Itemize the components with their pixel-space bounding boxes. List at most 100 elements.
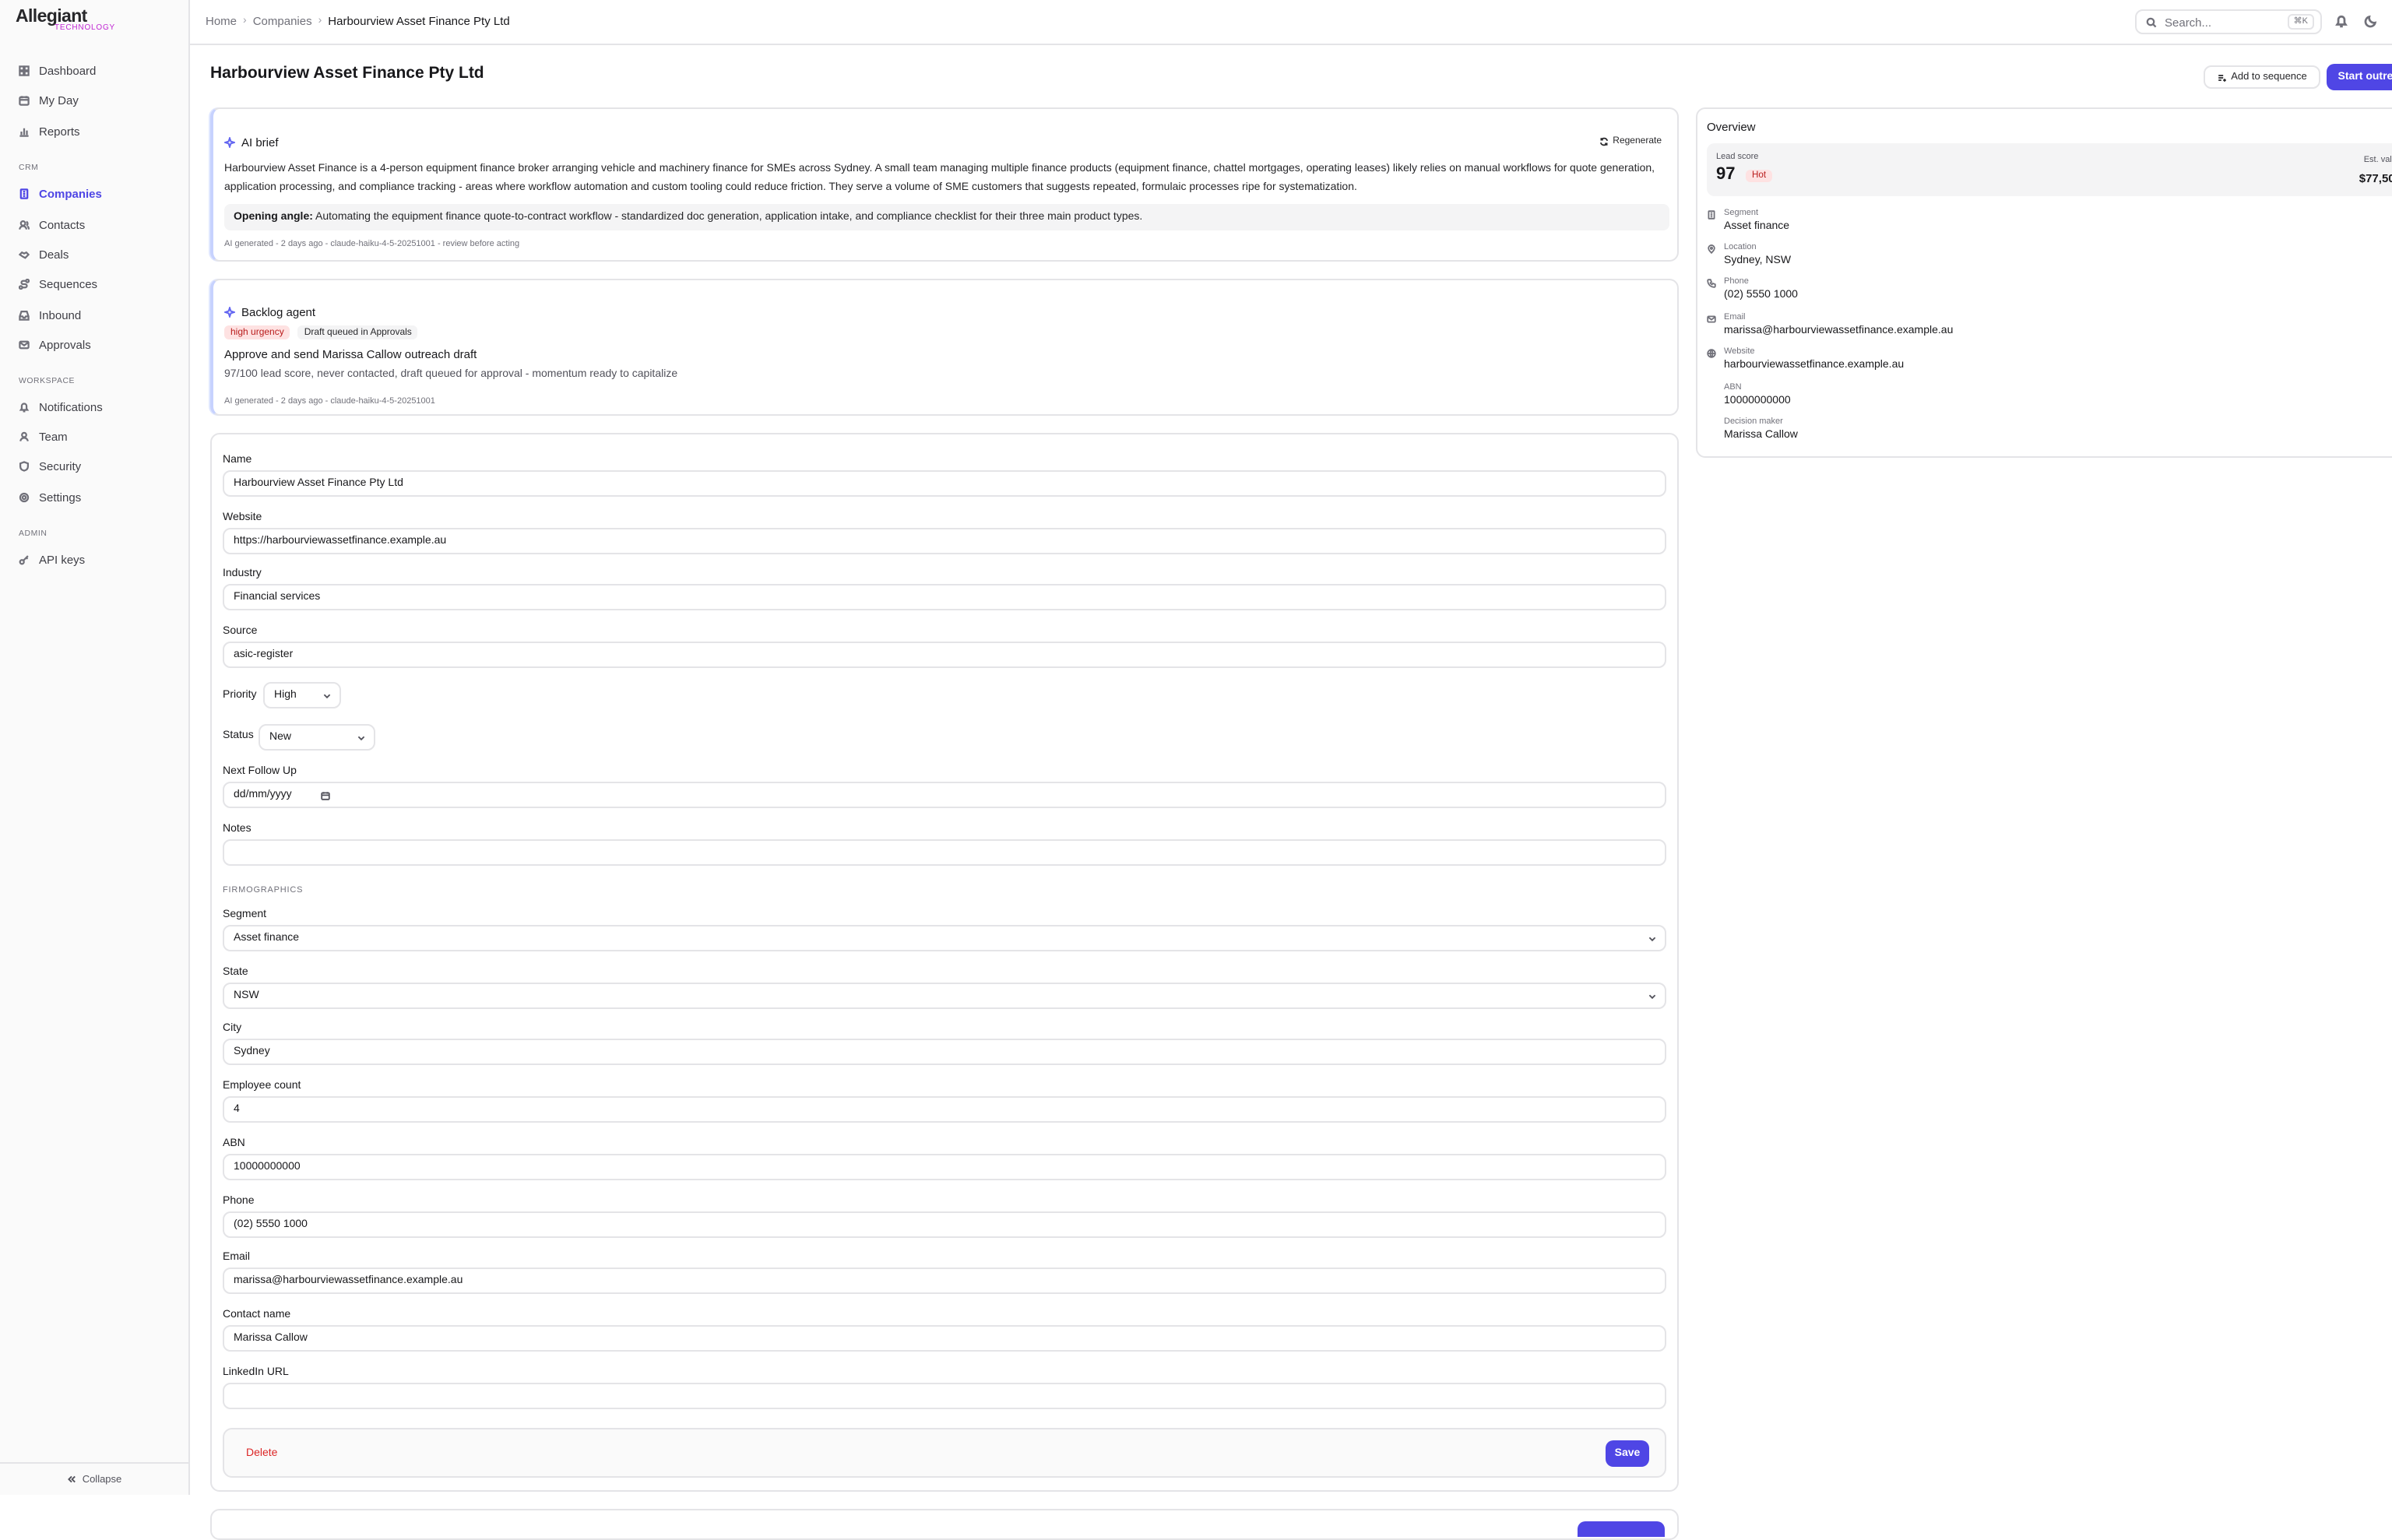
list-plus-icon <box>2218 74 2225 81</box>
save-button[interactable]: Save <box>1606 1440 1649 1467</box>
name-input[interactable]: Harbourview Asset Finance Pty Ltd <box>223 470 1666 497</box>
search-shortcut: ⌘K <box>2287 14 2314 30</box>
backlog-headline: Approve and send Marissa Callow outreach… <box>224 347 477 361</box>
breadcrumb-home[interactable]: Home <box>206 14 237 28</box>
sidebar-item-label: Companies <box>39 187 102 201</box>
draft-status-badge: Draft queued in Approvals <box>297 325 418 339</box>
linkedin-input[interactable] <box>223 1383 1666 1409</box>
bell-icon <box>19 403 30 413</box>
employee-count-input[interactable]: 4 <box>223 1096 1666 1123</box>
sidebar-item-settings[interactable]: Settings <box>9 484 179 511</box>
phone-label: Phone <box>223 1196 255 1207</box>
notes-input[interactable] <box>223 839 1666 866</box>
ai-brief-text: Harbourview Asset Finance is a 4-person … <box>224 163 1655 193</box>
sidebar-item-label: Team <box>39 430 68 444</box>
sidebar-item-label: API keys <box>39 553 86 567</box>
overview-card: Overview Lead score 97 Hot Est. value $7… <box>1696 107 2392 458</box>
bell-icon[interactable] <box>2334 14 2348 28</box>
sidebar-item-sequences[interactable]: Sequences <box>9 271 179 297</box>
opening-angle-text: Automating the equipment finance quote-t… <box>315 212 1143 223</box>
sidebar-item-label: Deals <box>39 248 69 262</box>
website-input[interactable]: https://harbourviewassetfinance.example.… <box>223 528 1666 554</box>
urgency-badge: high urgency <box>224 325 290 339</box>
breadcrumb-current: Harbourview Asset Finance Pty Ltd <box>328 14 510 28</box>
ai-brief-meta: AI generated - 2 days ago - claude-haiku… <box>224 240 520 249</box>
followup-date-input[interactable]: dd/mm/yyyy <box>223 782 1666 808</box>
sidebar-item-label: Settings <box>39 490 82 505</box>
city-label: City <box>223 1023 242 1034</box>
bar-chart-icon <box>19 128 29 137</box>
sidebar-item-dashboard[interactable]: Dashboard <box>9 58 179 84</box>
overview-email-label: Email <box>1724 313 1746 322</box>
overview-abn-label: ABN <box>1724 383 1742 392</box>
overview-email-value[interactable]: marissa@harbourviewassetfinance.example.… <box>1724 325 1953 336</box>
building-icon <box>1708 210 1715 220</box>
sidebar-item-inbound[interactable]: Inbound <box>9 302 179 329</box>
next-section-card <box>210 1509 1679 1540</box>
sidebar-item-my-day[interactable]: My Day <box>9 87 179 114</box>
phone-input[interactable]: (02) 5550 1000 <box>223 1211 1666 1238</box>
shield-icon <box>19 461 30 472</box>
sidebar-item-security[interactable]: Security <box>9 453 179 480</box>
handshake-icon <box>19 251 30 259</box>
priority-select[interactable]: High <box>263 682 341 708</box>
backlog-meta: AI generated - 2 days ago - claude-haiku… <box>224 397 435 406</box>
website-label: Website <box>223 512 262 523</box>
abn-label: ABN <box>223 1138 245 1149</box>
lead-score-label: Lead score <box>1716 153 1759 162</box>
est-value: $77,500 <box>2359 171 2392 185</box>
segment-select[interactable]: Asset finance <box>223 925 1666 951</box>
section-label-workspace: WORKSPACE <box>19 377 76 386</box>
gear-icon <box>19 492 30 503</box>
start-outreach-button[interactable]: Start outreach <box>2327 64 2392 90</box>
sidebar-item-label: Security <box>39 459 82 473</box>
globe-icon <box>1707 349 1716 358</box>
city-input[interactable]: Sydney <box>223 1039 1666 1065</box>
overview-website-value[interactable]: harbourviewassetfinance.example.au <box>1724 360 1904 371</box>
next-section-button[interactable] <box>1578 1521 1665 1537</box>
sidebar-item-label: Inbound <box>39 308 82 322</box>
source-input[interactable]: asic-register <box>223 642 1666 668</box>
backlog-subtext: 97/100 lead score, never contacted, draf… <box>224 369 678 380</box>
sidebar-item-label: Contacts <box>39 218 86 232</box>
add-to-sequence-button[interactable]: Add to sequence <box>2204 65 2320 89</box>
industry-label: Industry <box>223 568 262 579</box>
state-select[interactable]: NSW <box>223 983 1666 1009</box>
calendar-icon[interactable] <box>321 791 330 800</box>
sidebar-item-notifications[interactable]: Notifications <box>9 394 179 420</box>
sidebar-item-companies[interactable]: Companies <box>9 181 179 207</box>
chevron-down-icon <box>1648 994 1656 1000</box>
industry-input[interactable]: Financial services <box>223 584 1666 610</box>
mail-icon <box>1707 315 1716 323</box>
moon-icon[interactable] <box>2364 14 2378 28</box>
search-input[interactable]: Search... ⌘K <box>2135 9 2322 34</box>
sidebar-item-label: Reports <box>39 125 80 139</box>
delete-button[interactable]: Delete <box>246 1448 277 1459</box>
collapse-label: Collapse <box>82 1474 122 1485</box>
abn-input[interactable]: 10000000000 <box>223 1154 1666 1180</box>
sidebar-item-deals[interactable]: Deals <box>9 241 179 268</box>
contact-name-label: Contact name <box>223 1310 291 1320</box>
breadcrumb: Home › Companies › Harbourview Asset Fin… <box>206 14 510 28</box>
sidebar-item-api-keys[interactable]: API keys <box>9 547 179 573</box>
est-value-label: Est. value <box>2363 156 2392 165</box>
contact-name-input[interactable]: Marissa Callow <box>223 1325 1666 1352</box>
breadcrumb-companies[interactable]: Companies <box>253 14 312 28</box>
hot-badge: Hot <box>1746 170 1773 182</box>
sidebar-item-reports[interactable]: Reports <box>9 118 179 145</box>
status-select[interactable]: New <box>259 724 375 751</box>
sidebar-item-label: Notifications <box>39 400 103 414</box>
sidebar-item-contacts[interactable]: Contacts <box>9 212 179 238</box>
collapse-button[interactable]: Collapse <box>0 1462 188 1495</box>
overview-phone-value[interactable]: (02) 5550 1000 <box>1724 290 1798 301</box>
sidebar-item-team[interactable]: Team <box>9 424 179 450</box>
sidebar-item-approvals[interactable]: Approvals <box>9 332 179 358</box>
chevrons-left-icon <box>67 1475 76 1483</box>
brand-logo[interactable]: Allegiant TECHNOLOGY <box>16 8 115 33</box>
email-input[interactable]: marissa@harbourviewassetfinance.example.… <box>223 1268 1666 1294</box>
email-label: Email <box>223 1252 251 1263</box>
state-value: NSW <box>234 990 259 1001</box>
sidebar-item-label: Sequences <box>39 277 98 291</box>
add-to-sequence-label: Add to sequence <box>2231 72 2307 83</box>
regenerate-button[interactable]: Regenerate <box>1599 137 1662 146</box>
